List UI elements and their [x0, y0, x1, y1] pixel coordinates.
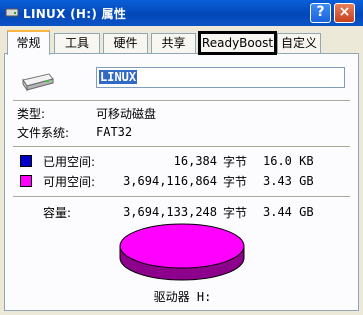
used-space-swatch	[20, 155, 32, 167]
drive-caption: 驱动器 H:	[153, 290, 212, 304]
removable-drive-icon	[22, 73, 54, 92]
separator	[13, 196, 350, 198]
capacity-bytes: 3,694,133,248	[123, 205, 217, 219]
tab-readyboost[interactable]: ReadyBoost	[198, 31, 277, 55]
free-space-label: 可用空间:	[43, 175, 96, 189]
tab-tools[interactable]: 工具	[54, 33, 100, 53]
tab-general[interactable]: 常规	[7, 30, 50, 55]
close-button[interactable]: ×	[334, 3, 355, 23]
volume-label-input[interactable]: LINUX	[96, 67, 345, 88]
type-value: 可移动磁盘	[96, 107, 157, 121]
title-bar[interactable]: LINUX (H:) 属性 ? ×	[0, 0, 363, 26]
separator	[13, 146, 350, 148]
free-space-unit: 字节	[223, 175, 248, 189]
free-space-swatch	[20, 175, 32, 187]
disk-usage-pie	[119, 223, 245, 281]
separator	[13, 100, 350, 102]
help-button[interactable]: ?	[310, 3, 331, 23]
free-space-bytes: 3,694,116,864	[123, 174, 217, 188]
capacity-label: 容量:	[43, 206, 72, 220]
used-space-bytes: 16,384	[173, 154, 217, 168]
used-space-label: 已用空间:	[43, 155, 96, 169]
capacity-unit: 字节	[223, 206, 248, 220]
drive-icon	[5, 8, 19, 17]
tab-hardware[interactable]: 硬件	[103, 33, 148, 53]
used-space-size: 16.0 KB	[263, 154, 314, 168]
filesystem-label: 文件系统:	[17, 126, 70, 140]
tab-customize[interactable]: 自定义	[277, 33, 321, 53]
tab-strip: 常规 工具 硬件 共享 ReadyBoost 自定义	[4, 30, 359, 55]
general-tab-panel: LINUX 类型: 可移动磁盘 文件系统: FAT32 已用空间: 16,384…	[4, 53, 359, 311]
window-title: LINUX (H:) 属性	[23, 7, 127, 21]
type-label: 类型:	[17, 107, 46, 121]
volume-label-text: LINUX	[99, 70, 138, 84]
tab-sharing[interactable]: 共享	[151, 33, 196, 53]
capacity-size: 3.44 GB	[263, 205, 314, 219]
used-space-unit: 字节	[223, 155, 248, 169]
free-space-size: 3.43 GB	[263, 174, 314, 188]
filesystem-value: FAT32	[96, 125, 133, 139]
